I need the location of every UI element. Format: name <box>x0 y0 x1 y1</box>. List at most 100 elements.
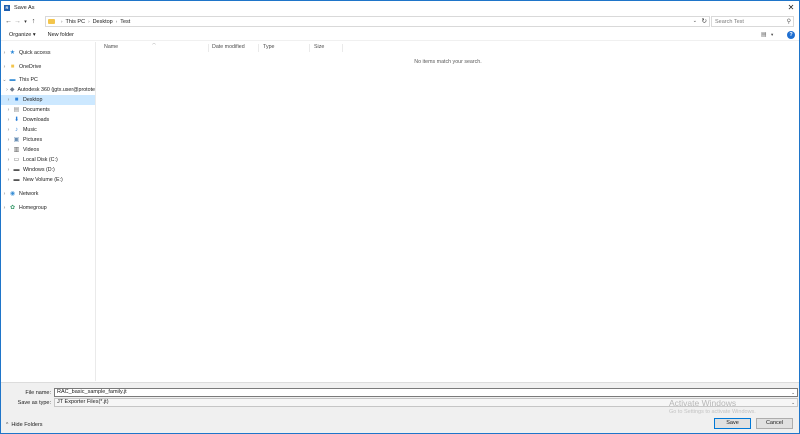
nav-item-onedrive[interactable]: › ■ OneDrive <box>1 62 95 72</box>
forward-arrow-icon[interactable]: → <box>13 17 22 27</box>
nav-label: Local Disk (C:) <box>23 157 58 163</box>
expand-chevron-icon[interactable]: › <box>5 107 12 113</box>
nav-label: Windows (D:) <box>23 167 55 173</box>
expand-chevron-icon[interactable]: › <box>5 97 12 103</box>
documents-icon: ▤ <box>13 107 20 113</box>
empty-folder-message: No items match your search. <box>414 59 482 65</box>
expand-chevron-icon[interactable]: › <box>1 191 8 197</box>
nav-item-autodesk-360[interactable]: › ◆ Autodesk 360 (jgtx.user@protote <box>1 85 95 95</box>
onedrive-folder-icon: ■ <box>10 64 15 70</box>
nav-item-new-volume-e[interactable]: › ▬ New Volume (E:) <box>1 175 95 185</box>
nav-label: Homegroup <box>19 205 47 211</box>
breadcrumb-chevron-icon[interactable]: › <box>116 19 118 24</box>
refresh-icon[interactable]: ↻ <box>702 17 707 25</box>
expand-chevron-icon[interactable]: › <box>5 177 12 183</box>
nav-item-documents[interactable]: › ▤ Documents <box>1 105 95 115</box>
organize-button[interactable]: Organize ▾ <box>9 32 36 38</box>
nav-item-desktop[interactable]: › ■ Desktop <box>1 95 95 105</box>
column-header-name[interactable]: Name <box>101 44 209 52</box>
music-icon: ♪ <box>15 127 18 133</box>
expand-chevron-icon[interactable]: › <box>5 167 12 173</box>
save-as-type-dropdown-icon[interactable]: ⌄ <box>791 399 795 406</box>
new-folder-button[interactable]: New folder <box>48 32 74 38</box>
activation-watermark-title: Activate Windows <box>669 398 737 408</box>
column-header-size[interactable]: Size <box>311 44 343 52</box>
file-name-input[interactable]: RAC_basic_sample_family.jt ⌄ <box>54 388 798 397</box>
desktop-icon: ■ <box>14 97 19 103</box>
nav-item-downloads[interactable]: › ⬇ Downloads <box>1 115 95 125</box>
cancel-button[interactable]: Cancel <box>756 418 793 429</box>
up-arrow-icon[interactable]: ↑ <box>29 17 38 27</box>
address-bar[interactable]: › This PC › Desktop › Test ⌄ ↻ <box>45 16 710 27</box>
expand-chevron-icon[interactable]: › <box>5 157 12 163</box>
save-as-type-label: Save as type: <box>17 400 51 406</box>
expand-chevron-icon[interactable]: › <box>1 50 8 56</box>
hide-folders-button[interactable]: ^ Hide Folders <box>6 422 43 428</box>
command-toolbar: Organize ▾ New folder ▤ ▾ ? <box>1 30 799 41</box>
nav-item-quick-access[interactable]: › ★ Quick access <box>1 48 95 58</box>
nav-item-pictures[interactable]: › ▣ Pictures <box>1 135 95 145</box>
nav-label: Videos <box>23 147 40 153</box>
downloads-icon: ⬇ <box>13 117 20 123</box>
network-icon: ◉ <box>9 191 16 197</box>
nav-item-network[interactable]: › ◉ Network <box>1 189 95 199</box>
back-arrow-icon[interactable]: ← <box>4 17 13 27</box>
expand-chevron-icon[interactable]: › <box>1 205 8 211</box>
title-bar: R Save As ✕ <box>1 1 799 14</box>
change-view-icon[interactable]: ▤ <box>761 31 767 38</box>
expand-chevron-icon[interactable]: › <box>5 117 12 123</box>
activation-watermark-subtitle: Go to Settings to activate Windows. <box>669 409 756 415</box>
expand-chevron-icon[interactable]: › <box>5 147 12 153</box>
file-list-pane[interactable]: ︿ Name Date modified Type Size No items … <box>97 40 799 381</box>
expand-chevron-icon[interactable]: › <box>1 64 8 70</box>
help-icon[interactable]: ? <box>787 31 795 39</box>
column-header-date-modified[interactable]: Date modified <box>209 44 259 52</box>
nav-item-videos[interactable]: › ▥ Videos <box>1 145 95 155</box>
collapse-chevron-icon[interactable]: ⌄ <box>1 77 8 83</box>
expand-chevron-icon[interactable]: › <box>5 87 9 93</box>
caret-up-icon: ^ <box>6 422 9 428</box>
homegroup-icon: ✿ <box>9 205 16 211</box>
pictures-icon: ▣ <box>13 137 20 143</box>
drive-d-icon: ▬ <box>13 167 20 173</box>
nav-item-windows-d[interactable]: › ▬ Windows (D:) <box>1 165 95 175</box>
this-pc-icon: ▬ <box>9 77 16 83</box>
save-as-type-value: JT Exporter Files(*.jt) <box>57 399 109 405</box>
nav-item-this-pc[interactable]: ⌄ ▬ This PC <box>1 75 95 85</box>
folder-icon <box>48 19 55 24</box>
save-options-panel: File name: RAC_basic_sample_family.jt ⌄ … <box>1 382 799 433</box>
expand-chevron-icon[interactable]: › <box>5 137 12 143</box>
address-row: ← → ▾ ↑ › This PC › Desktop › Test ⌄ ↻ S… <box>1 15 799 28</box>
nav-item-homegroup[interactable]: › ✿ Homegroup <box>1 203 95 213</box>
breadcrumb-chevron-icon[interactable]: › <box>88 19 90 24</box>
address-dropdown-icon[interactable]: ⌄ <box>693 18 697 24</box>
nav-label: Pictures <box>23 137 43 143</box>
column-header-type[interactable]: Type <box>260 44 310 52</box>
nav-label: New Volume (E:) <box>23 177 63 183</box>
nav-label: Autodesk 360 (jgtx.user@protote <box>17 87 95 93</box>
quick-access-icon: ★ <box>9 50 16 56</box>
nav-label: OneDrive <box>19 64 42 70</box>
breadcrumb-desktop[interactable]: Desktop <box>93 19 113 25</box>
file-name-label: File name: <box>25 390 51 396</box>
window-title: Save As <box>14 4 35 11</box>
autodesk-360-icon: ◆ <box>9 87 15 93</box>
file-name-dropdown-icon[interactable]: ⌄ <box>791 389 795 396</box>
nav-item-local-disk-c[interactable]: › ▭ Local Disk (C:) <box>1 155 95 165</box>
search-input[interactable]: Search Test ⚲ <box>711 16 794 27</box>
expand-chevron-icon[interactable]: › <box>5 127 12 133</box>
nav-label: Network <box>19 191 39 197</box>
breadcrumb-chevron-icon[interactable]: › <box>61 19 63 24</box>
hide-folders-label: Hide Folders <box>11 422 43 428</box>
close-button[interactable]: ✕ <box>785 2 797 13</box>
save-button[interactable]: Save <box>714 418 751 429</box>
nav-label: Quick access <box>19 50 51 56</box>
recent-locations-chevron-icon[interactable]: ▾ <box>22 17 29 27</box>
breadcrumb-test[interactable]: Test <box>120 19 130 25</box>
breadcrumb-this-pc[interactable]: This PC <box>66 19 86 25</box>
nav-item-music[interactable]: › ♪ Music <box>1 125 95 135</box>
navigation-pane: › ★ Quick access › ■ OneDrive ⌄ ▬ This P… <box>1 42 96 381</box>
nav-label: Music <box>23 127 37 133</box>
view-options-dropdown-icon[interactable]: ▾ <box>771 32 773 38</box>
search-icon: ⚲ <box>786 19 791 25</box>
